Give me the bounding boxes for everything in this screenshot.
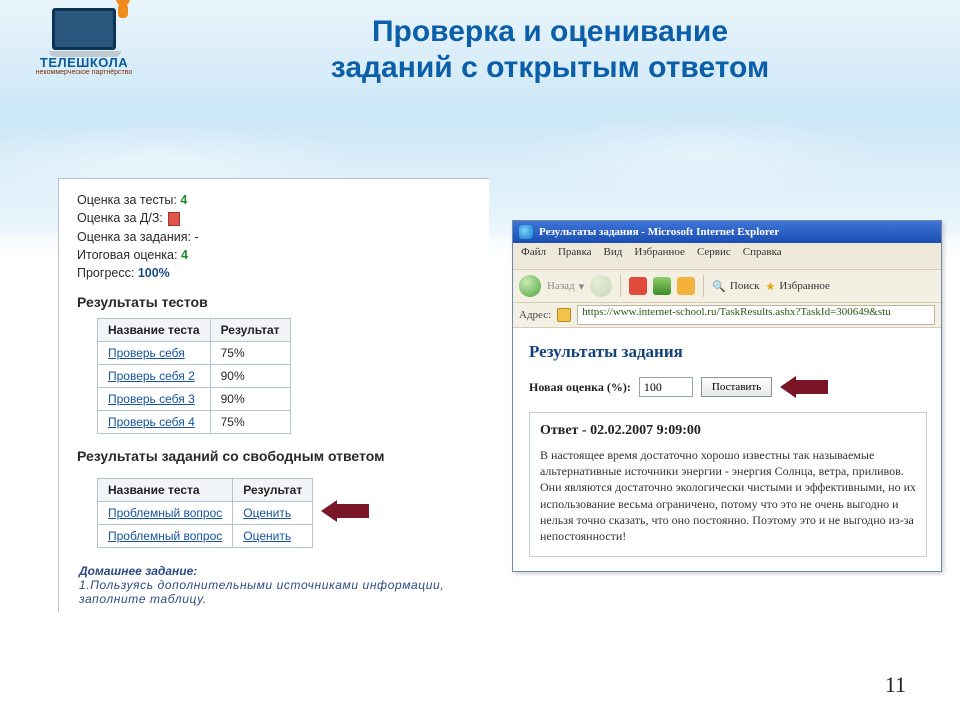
- separator: [703, 275, 704, 297]
- col-result: Результат: [210, 318, 290, 341]
- menu-bar: Файл Правка Вид Избранное Сервис Справка: [513, 243, 941, 270]
- menu-service[interactable]: Сервис: [697, 246, 731, 266]
- forward-icon[interactable]: [590, 275, 612, 297]
- submit-button[interactable]: Поставить: [701, 377, 772, 397]
- progress-label: Прогресс:: [77, 266, 134, 280]
- tests-grade-label: Оценка за тесты:: [77, 193, 177, 207]
- page-number: 11: [885, 672, 906, 698]
- chevron-down-icon: ▾: [579, 280, 585, 293]
- favorites-button[interactable]: ★Избранное: [765, 280, 829, 293]
- table-row: Проблемный вопрос Оценить: [98, 524, 313, 547]
- grade-link[interactable]: Оценить: [243, 529, 291, 543]
- separator: [620, 275, 621, 297]
- back-button[interactable]: Назад ▾: [547, 280, 584, 293]
- back-label: Назад: [547, 280, 575, 292]
- menu-help[interactable]: Справка: [743, 246, 782, 266]
- col-result: Результат: [233, 478, 313, 501]
- slide-title: Проверка и оценивание заданий с открытым…: [200, 14, 900, 86]
- table-row: Проверь себя 75%: [98, 341, 291, 364]
- table-row: Проверь себя 4 75%: [98, 410, 291, 433]
- pointer-arrow-icon: [321, 500, 369, 522]
- url-field[interactable]: https://www.internet-school.ru/TaskResul…: [577, 305, 935, 325]
- result-cell: 75%: [210, 341, 290, 364]
- refresh-icon[interactable]: [653, 277, 671, 295]
- ie-icon: [519, 225, 533, 239]
- answer-text: В настоящее время достаточно хорошо изве…: [540, 447, 916, 544]
- menu-edit[interactable]: Правка: [558, 246, 592, 266]
- score-input[interactable]: [639, 377, 693, 397]
- flag-icon: [168, 212, 180, 226]
- address-label: Адрес:: [519, 309, 551, 321]
- brand-name: ТЕЛЕШКОЛА: [30, 56, 138, 69]
- score-label: Новая оценка (%):: [529, 380, 631, 395]
- answer-heading: Ответ - 02.02.2007 9:09:00: [540, 423, 916, 439]
- tasks-grade-value: -: [194, 230, 198, 244]
- brand-logo: ТЕЛЕШКОЛА некоммерческое партнёрство: [30, 8, 138, 76]
- final-grade-label: Итоговая оценка:: [77, 248, 177, 262]
- address-bar: Адрес: https://www.internet-school.ru/Ta…: [513, 303, 941, 328]
- test-link[interactable]: Проверь себя 4: [108, 415, 195, 429]
- search-button[interactable]: 🔍Поиск: [712, 280, 759, 293]
- test-link[interactable]: Проверь себя 2: [108, 369, 195, 383]
- menu-favorites[interactable]: Избранное: [634, 246, 685, 266]
- table-row: Проверь себя 3 90%: [98, 387, 291, 410]
- tool-bar: Назад ▾ 🔍Поиск ★Избранное: [513, 270, 941, 303]
- laptop-icon: [49, 8, 119, 54]
- homework-block: Домашнее задание: 1.Пользуясь дополнител…: [79, 564, 475, 606]
- test-link[interactable]: Проверь себя 3: [108, 392, 195, 406]
- free-section-heading: Результаты заданий со свободным ответом: [77, 448, 475, 464]
- result-cell: 75%: [210, 410, 290, 433]
- tests-table: Название теста Результат Проверь себя 75%…: [97, 318, 291, 434]
- mascot-icon: [113, 0, 133, 22]
- lock-icon: [557, 308, 571, 322]
- tests-grade-value: 4: [180, 193, 187, 207]
- hw-grade: Оценка за Д/З:: [77, 211, 475, 226]
- homework-text: 1.Пользуясь дополнительными источниками …: [79, 578, 475, 606]
- pointer-arrow-icon: [780, 376, 828, 398]
- title-bar[interactable]: Результаты задания - Microsoft Internet …: [513, 221, 941, 243]
- task-link[interactable]: Проблемный вопрос: [108, 506, 222, 520]
- homework-label: Домашнее задание:: [79, 564, 475, 578]
- grade-link[interactable]: Оценить: [243, 506, 291, 520]
- ie-window: Результаты задания - Microsoft Internet …: [512, 220, 942, 572]
- page-heading: Результаты задания: [529, 342, 927, 362]
- result-cell: 90%: [210, 364, 290, 387]
- table-row: Проблемный вопрос Оценить: [98, 501, 313, 524]
- table-row: Проверь себя 2 90%: [98, 364, 291, 387]
- stop-icon[interactable]: [629, 277, 647, 295]
- search-label: Поиск: [730, 280, 760, 292]
- menu-file[interactable]: Файл: [521, 246, 546, 266]
- final-grade: Итоговая оценка: 4: [77, 248, 475, 262]
- brand-subtitle: некоммерческое партнёрство: [30, 69, 138, 76]
- final-grade-value: 4: [181, 248, 188, 262]
- title-line-2: заданий с открытым ответом: [331, 51, 769, 84]
- col-test-name: Название теста: [98, 318, 211, 341]
- window-title: Результаты задания - Microsoft Internet …: [539, 226, 779, 238]
- result-cell: 90%: [210, 387, 290, 410]
- grades-panel: Оценка за тесты: 4 Оценка за Д/З: Оценка…: [58, 178, 489, 612]
- hw-grade-label: Оценка за Д/З:: [77, 211, 163, 225]
- title-line-1: Проверка и оценивание: [372, 15, 728, 48]
- progress: Прогресс: 100%: [77, 266, 475, 280]
- tests-grade: Оценка за тесты: 4: [77, 193, 475, 207]
- test-link[interactable]: Проверь себя: [108, 346, 185, 360]
- tasks-grade-label: Оценка за задания:: [77, 230, 191, 244]
- page-body: Результаты задания Новая оценка (%): Пос…: [513, 328, 941, 571]
- menu-view[interactable]: Вид: [604, 246, 623, 266]
- favorites-label: Избранное: [779, 280, 830, 292]
- col-test-name: Название теста: [98, 478, 233, 501]
- free-answer-table: Название теста Результат Проблемный вопр…: [97, 478, 313, 548]
- tests-section-heading: Результаты тестов: [77, 294, 475, 310]
- answer-box: Ответ - 02.02.2007 9:09:00 В настоящее в…: [529, 412, 927, 557]
- task-link[interactable]: Проблемный вопрос: [108, 529, 222, 543]
- home-icon[interactable]: [677, 277, 695, 295]
- progress-value: 100%: [138, 266, 170, 280]
- tasks-grade: Оценка за задания: -: [77, 230, 475, 244]
- score-row: Новая оценка (%): Поставить: [529, 376, 927, 398]
- back-icon[interactable]: [519, 275, 541, 297]
